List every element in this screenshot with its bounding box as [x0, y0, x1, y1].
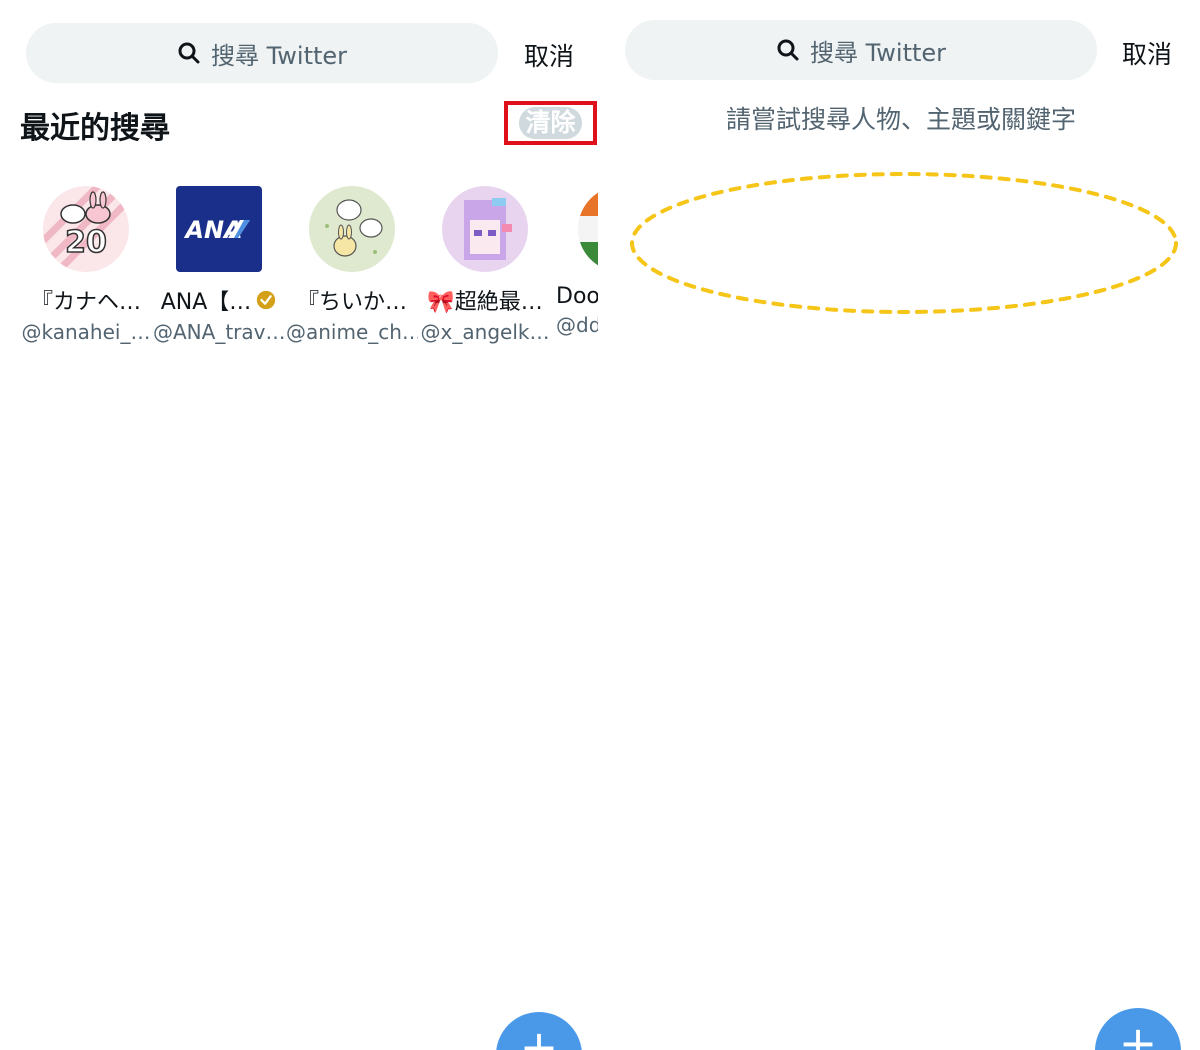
recent-item-name: 『カナヘ… — [20, 284, 152, 316]
cancel-button[interactable]: 取消 — [524, 37, 574, 73]
search-icon — [178, 42, 200, 64]
recent-search-panel: 搜尋 Twitter 取消 最近的搜尋 清除 20 『カナヘ… @kanahei… — [0, 0, 598, 1050]
search-hint-text: 請嘗試搜尋人物、主題或關鍵字 — [725, 105, 1076, 134]
recent-item-handle: @x_angelk… — [420, 320, 550, 344]
recent-searches-list: 20 『カナヘ… @kanahei_… ANA ANA【… @ANA_trav…… — [20, 186, 598, 346]
cancel-button[interactable]: 取消 — [1122, 35, 1172, 71]
search-placeholder: 搜尋 Twitter — [809, 38, 947, 67]
recent-item-chiikawa[interactable]: 『ちいか… @anime_ch… — [286, 186, 418, 344]
compose-fab-button[interactable]: + — [1095, 1008, 1181, 1050]
recent-searches-heading: 最近的搜尋 — [20, 111, 170, 146]
recent-item-angel[interactable]: 🎀超絶最… @x_angelk… — [419, 186, 551, 344]
recent-item-name-text: 🎀超絶最… — [427, 290, 543, 315]
chiikawa-avatar-icon — [309, 186, 395, 272]
search-placeholder: 搜尋 Twitter — [210, 41, 348, 70]
recent-item-partial[interactable]: Doo @dd — [552, 186, 598, 337]
compose-fab-button[interactable]: + — [496, 1012, 582, 1050]
recent-item-name-text: ANA【… — [160, 290, 252, 315]
clear-button[interactable]: 清除 — [504, 101, 597, 145]
recent-item-handle: @kanahei_… — [21, 320, 151, 344]
recent-item-name-text: Doo — [556, 284, 598, 309]
empty-search-panel: 搜尋 Twitter 取消 請嘗試搜尋人物、主題或關鍵字 + — [602, 0, 1200, 1050]
recent-item-name-text: 『カナヘ… — [30, 290, 141, 315]
svg-text:20: 20 — [65, 225, 107, 260]
ana-logo-icon: ANA — [176, 186, 262, 272]
angel-avatar-icon — [442, 186, 528, 272]
recent-item-name-text: 『ちいか… — [296, 290, 407, 315]
recent-item-name: 🎀超絶最… — [419, 284, 551, 316]
recent-item-handle: @ANA_trav… — [153, 320, 285, 344]
recent-item-handle: @anime_ch… — [286, 320, 418, 344]
flag-avatar-icon — [578, 186, 598, 272]
recent-item-kanahei[interactable]: 20 『カナヘ… @kanahei_… — [20, 186, 152, 344]
clear-button-label: 清除 — [519, 107, 582, 139]
highlight-ellipse — [630, 172, 1178, 314]
search-bar[interactable]: 搜尋 Twitter — [26, 23, 498, 83]
verified-badge-icon — [257, 290, 276, 310]
recent-item-ana[interactable]: ANA ANA【… @ANA_trav… — [153, 186, 285, 344]
compose-plus-icon: + — [519, 1020, 559, 1050]
recent-item-name: 『ちいか… — [286, 284, 418, 316]
search-icon — [777, 39, 799, 61]
recent-item-name: Doo — [552, 284, 598, 309]
kanahei-avatar-icon: 20 — [43, 186, 129, 272]
search-bar[interactable]: 搜尋 Twitter — [625, 20, 1097, 80]
recent-item-handle: @dd — [556, 313, 598, 337]
recent-item-name: ANA【… — [153, 284, 285, 316]
compose-plus-icon: + — [1118, 1016, 1158, 1050]
